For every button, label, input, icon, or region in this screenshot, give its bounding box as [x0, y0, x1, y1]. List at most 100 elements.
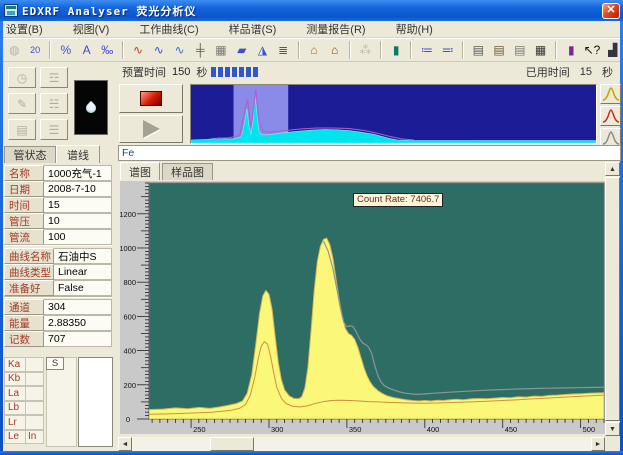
sample-info-group: 名称1000充气-1日期2008-7-10时间15管压10管流100: [4, 165, 112, 245]
ratio-icon: ‰: [101, 44, 113, 56]
preset-time-unit: 秒: [196, 64, 207, 80]
toolbar-separator: [462, 41, 464, 59]
roi-select-icon[interactable]: ▦: [212, 40, 231, 60]
yellow-peak-icon: [602, 86, 620, 102]
menu-item[interactable]: 设置(B): [6, 21, 43, 37]
window-border-left: [0, 21, 3, 455]
filament-status-icon: ☰: [40, 119, 68, 140]
elapsed-time-label: 已用时间: [526, 64, 570, 80]
timer-icon: ◷: [8, 67, 36, 88]
show-yellow-peak-button[interactable]: [600, 84, 621, 104]
ratio-icon[interactable]: ‰: [98, 40, 117, 60]
new-spectrum-icon[interactable]: ∿: [129, 40, 148, 60]
overview-spectrum-chart[interactable]: [190, 84, 597, 144]
scroll-right-icon[interactable]: ►: [591, 437, 605, 451]
line-row[interactable]: LeIn: [4, 430, 45, 445]
svg-text:400: 400: [123, 347, 136, 356]
tab-tube-status[interactable]: 管状态: [4, 146, 56, 163]
scroll-up-icon[interactable]: ▲: [605, 162, 620, 176]
exit-icon: ▟: [608, 44, 617, 56]
horizontal-scrollbar-thumb[interactable]: [210, 437, 254, 451]
print-icon[interactable]: ▤: [469, 40, 488, 60]
element-search-input[interactable]: [118, 145, 621, 161]
count-rate-badge: Count Rate: 7406.7: [353, 193, 443, 207]
numbered-list-icon[interactable]: ≔: [417, 40, 436, 60]
peak-markers-icon: ╪: [196, 44, 205, 56]
menu-item[interactable]: 测量报告(R): [306, 21, 365, 37]
title-bar[interactable]: EDXRF Analyser 荧光分析仪 ✕: [0, 0, 623, 21]
line-extra: [26, 372, 44, 387]
print-preview-icon[interactable]: ▤: [510, 40, 529, 60]
source-status-icon: ◍: [5, 40, 24, 60]
print-setup-icon[interactable]: ▤: [490, 40, 509, 60]
chart-view-icon[interactable]: ▰: [232, 40, 251, 60]
field-value: 石油中S: [54, 248, 112, 264]
field-row: 曲线类型Linear: [4, 264, 112, 280]
element-tab-s[interactable]: S: [46, 357, 64, 370]
help-book-icon[interactable]: ▮: [562, 40, 581, 60]
menu-item[interactable]: 视图(V): [73, 21, 110, 37]
field-value: 10: [44, 213, 112, 229]
svg-text:350: 350: [349, 425, 362, 434]
line-row[interactable]: Kb: [4, 372, 45, 387]
line-row[interactable]: La: [4, 386, 45, 401]
line-row[interactable]: Ka: [4, 357, 45, 372]
toolbar-separator: [410, 41, 412, 59]
scroll-left-icon[interactable]: ◄: [118, 437, 132, 451]
calibrate-font-icon[interactable]: A: [77, 40, 96, 60]
menu-item[interactable]: 工作曲线(C): [139, 21, 198, 37]
field-label: 能量: [4, 315, 44, 331]
green-book-icon[interactable]: ▮: [387, 40, 406, 60]
scroll-down-icon[interactable]: ▼: [605, 422, 620, 436]
toolbar-separator: [122, 41, 124, 59]
divider: [4, 244, 112, 246]
field-row: 通道304: [4, 299, 112, 315]
hv-status-icon: ☲: [40, 67, 68, 88]
tab-spectrum-chart[interactable]: 谱图: [120, 162, 160, 180]
close-icon[interactable]: ✕: [602, 3, 620, 19]
peak-fit-icon: ◮: [258, 44, 267, 56]
calibrate-font-icon: A: [83, 44, 91, 56]
stop-icon: [140, 91, 162, 106]
start-button[interactable]: [119, 115, 183, 143]
svg-text:1200: 1200: [120, 210, 136, 219]
menu-item[interactable]: 帮助(H): [396, 21, 433, 37]
tab-sample-chart[interactable]: 样品图: [162, 163, 213, 180]
svg-text:1000: 1000: [120, 244, 136, 253]
calculator-icon[interactable]: ▦: [531, 40, 550, 60]
horizontal-scrollbar[interactable]: [118, 437, 605, 451]
spectrum-chart[interactable]: 200400600800100012000250300350400450500: [120, 181, 605, 434]
cursor-info-group: 通道304能量2.88350记数707: [4, 299, 112, 347]
edit-icon: ✎: [8, 93, 36, 114]
help-book-icon: ▮: [568, 44, 575, 56]
show-red-peak-button[interactable]: [600, 106, 621, 126]
peak-fit-icon[interactable]: ◮: [253, 40, 272, 60]
percent-icon[interactable]: %: [56, 40, 75, 60]
left-tab-strip: 管状态 谱线: [4, 145, 100, 163]
line-row[interactable]: Lr: [4, 415, 45, 430]
toolbar-separator: [349, 41, 351, 59]
list-view-icon[interactable]: ≣: [274, 40, 293, 60]
counts-display-icon[interactable]: 20: [26, 40, 45, 60]
dotted-list-icon[interactable]: ≕: [438, 40, 457, 60]
svg-text:300: 300: [271, 425, 284, 434]
delete-spectrum-icon[interactable]: ∿: [149, 40, 168, 60]
vertical-scrollbar-thumb[interactable]: [605, 177, 620, 421]
element-list-panel[interactable]: [78, 357, 113, 447]
new-spectrum-icon: ∿: [133, 44, 143, 56]
home-icon[interactable]: ⌂: [305, 40, 324, 60]
progress-segment: [232, 67, 237, 77]
peak-markers-icon[interactable]: ╪: [191, 40, 210, 60]
save-spectrum-icon[interactable]: ∿: [170, 40, 189, 60]
print-setup-icon: ▤: [493, 44, 504, 56]
line-row[interactable]: Lb: [4, 401, 45, 416]
stop-button[interactable]: [119, 84, 183, 113]
svg-text:250: 250: [193, 425, 206, 434]
line-label: Le: [4, 430, 26, 445]
toolbar-separator: [380, 41, 382, 59]
tab-spectral-lines[interactable]: 谱线: [56, 145, 100, 163]
menu-item[interactable]: 样品谱(S): [229, 21, 277, 37]
home-alt-icon[interactable]: ⌂: [325, 40, 344, 60]
field-label: 管流: [4, 229, 44, 245]
context-help-icon[interactable]: ↖?: [583, 40, 602, 60]
